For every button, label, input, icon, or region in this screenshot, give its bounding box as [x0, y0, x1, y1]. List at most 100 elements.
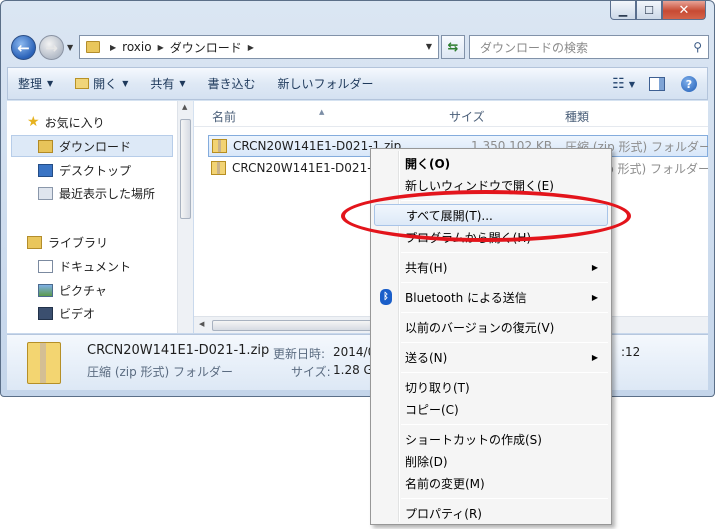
close-icon: ✕	[678, 2, 690, 18]
nav-desktop-label: デスクトップ	[59, 163, 132, 178]
minimize-icon: ▁	[618, 3, 628, 17]
burn-button[interactable]: 書き込む	[208, 75, 256, 92]
breadcrumb-separator-icon[interactable]: ▶	[158, 43, 164, 52]
breadcrumb-roxio[interactable]: roxio	[122, 40, 151, 54]
column-header-size[interactable]: サイズ	[449, 108, 485, 125]
folder-icon	[86, 41, 100, 53]
search-icon[interactable]: ⚲	[693, 40, 702, 54]
column-headers: ▲ 名前 サイズ 種類	[194, 101, 708, 127]
menu-separator	[401, 498, 608, 499]
open-folder-icon	[75, 78, 90, 89]
zip-folder-icon	[211, 161, 226, 175]
scroll-thumb[interactable]	[212, 320, 372, 331]
menu-item-extract-all[interactable]: すべて展開(T)...	[374, 204, 608, 226]
nav-recent-places[interactable]: 最近表示した場所	[38, 182, 155, 204]
pictures-icon	[38, 283, 53, 297]
new-folder-label: 新しいフォルダー	[277, 77, 374, 91]
menu-item-open[interactable]: 開く(O)	[374, 152, 608, 174]
open-button[interactable]: 開く ▼	[75, 75, 128, 92]
chevron-down-icon: ▼	[122, 79, 129, 88]
organize-label: 整理	[18, 77, 43, 91]
view-dropdown-icon[interactable]: ▼	[629, 80, 635, 89]
scroll-left-icon[interactable]: ◀	[199, 320, 204, 328]
submenu-arrow-icon: ▶	[591, 262, 598, 272]
help-icon[interactable]: ?	[681, 76, 697, 92]
nav-libraries-label: ライブラリ	[48, 235, 109, 250]
maximize-button[interactable]: ☐	[636, 1, 662, 20]
column-header-name[interactable]: 名前	[212, 108, 236, 125]
nav-desktop[interactable]: デスクトップ	[38, 159, 131, 181]
details-modified-label: 更新日時:	[273, 347, 326, 361]
minimize-button[interactable]: ▁	[610, 1, 636, 20]
menu-item-label: Bluetooth による送信	[405, 290, 527, 305]
menu-separator	[401, 342, 608, 343]
menu-item-open-with[interactable]: プログラムから開く(H)	[374, 226, 608, 248]
view-options-icon[interactable]: ☷	[612, 76, 625, 92]
star-icon: ★	[27, 114, 40, 130]
nav-documents[interactable]: ドキュメント	[38, 255, 131, 277]
documents-icon	[38, 259, 53, 273]
address-bar[interactable]: ▶ roxio ▶ ダウンロード ▶ ▼	[79, 35, 439, 59]
menu-item-cut[interactable]: 切り取り(T)	[374, 376, 608, 398]
menu-item-delete[interactable]: 削除(D)	[374, 450, 608, 472]
menu-item-share-with[interactable]: 共有(H) ▶	[374, 256, 608, 278]
maximize-icon: ☐	[644, 3, 654, 17]
refresh-button[interactable]: ⇆	[441, 35, 465, 59]
navigation-pane: ★ お気に入り ダウンロード デスクトップ 最近表示した場所 ライブラリ ドキュ…	[7, 101, 193, 333]
breadcrumb-separator-icon[interactable]: ▶	[248, 43, 254, 52]
menu-item-open-new-window[interactable]: 新しいウィンドウで開く(E)	[374, 174, 608, 196]
zip-folder-large-icon	[27, 342, 61, 384]
close-button[interactable]: ✕	[662, 1, 706, 20]
sort-ascending-icon: ▲	[319, 108, 325, 116]
videos-icon	[38, 306, 53, 320]
nav-videos[interactable]: ビデオ	[38, 302, 95, 324]
menu-item-rename[interactable]: 名前の変更(M)	[374, 472, 608, 494]
forward-button[interactable]: →	[39, 35, 64, 60]
burn-label: 書き込む	[207, 77, 256, 91]
menu-item-label: コピー(C)	[405, 402, 459, 417]
menu-item-label: 削除(D)	[405, 454, 448, 469]
libraries-icon	[27, 235, 42, 249]
menu-item-label: ショートカットの作成(S)	[405, 432, 542, 447]
menu-item-create-shortcut[interactable]: ショートカットの作成(S)	[374, 428, 608, 450]
breadcrumb-downloads[interactable]: ダウンロード	[170, 39, 242, 56]
menu-item-restore-versions[interactable]: 以前のバージョンの復元(V)	[374, 316, 608, 338]
new-folder-button[interactable]: 新しいフォルダー	[278, 75, 374, 92]
back-arrow-icon: ←	[17, 38, 30, 57]
share-button[interactable]: 共有 ▼	[150, 75, 185, 92]
menu-separator	[401, 372, 608, 373]
nav-pane-scrollbar[interactable]: ▲	[177, 101, 193, 333]
nav-downloads[interactable]: ダウンロード	[11, 135, 173, 157]
nav-favorites-label: お気に入り	[44, 115, 105, 130]
bluetooth-icon: ᛒ	[380, 289, 392, 305]
file-name: CRCN20W141E1-D021-2	[232, 161, 380, 175]
menu-item-properties[interactable]: プロパティ(R)	[374, 502, 608, 524]
menu-item-send-to[interactable]: 送る(N) ▶	[374, 346, 608, 368]
column-header-type[interactable]: 種類	[565, 108, 589, 125]
menu-item-copy[interactable]: コピー(C)	[374, 398, 608, 420]
refresh-icon: ⇆	[447, 39, 459, 55]
chevron-down-icon: ▼	[47, 79, 54, 88]
nav-libraries[interactable]: ライブラリ	[27, 231, 108, 253]
details-size-value: 1.28 G	[333, 363, 373, 377]
details-modified-value: 2014/0	[333, 345, 376, 359]
nav-recent-label: 最近表示した場所	[59, 186, 156, 201]
scroll-thumb[interactable]	[180, 119, 191, 219]
menu-item-bluetooth[interactable]: ᛒ Bluetooth による送信 ▶	[374, 286, 608, 308]
nav-videos-label: ビデオ	[59, 306, 96, 321]
details-file-type: 圧縮 (zip 形式) フォルダー	[87, 365, 234, 379]
address-dropdown-icon[interactable]: ▼	[426, 42, 432, 51]
zip-folder-icon	[212, 139, 227, 153]
preview-pane-icon[interactable]	[649, 77, 665, 91]
scroll-up-icon[interactable]: ▲	[182, 103, 187, 111]
organize-button[interactable]: 整理 ▼	[18, 75, 53, 92]
nav-pictures[interactable]: ピクチャ	[38, 279, 107, 301]
back-button[interactable]: ←	[11, 35, 36, 60]
nav-documents-label: ドキュメント	[59, 259, 132, 274]
nav-favorites[interactable]: ★ お気に入り	[27, 111, 105, 133]
breadcrumb-separator-icon[interactable]: ▶	[110, 43, 116, 52]
search-input[interactable]: ダウンロードの検索 ⚲	[469, 35, 709, 59]
menu-separator	[401, 424, 608, 425]
submenu-arrow-icon: ▶	[591, 352, 598, 362]
recent-pages-dropdown[interactable]: ▼	[67, 43, 73, 52]
